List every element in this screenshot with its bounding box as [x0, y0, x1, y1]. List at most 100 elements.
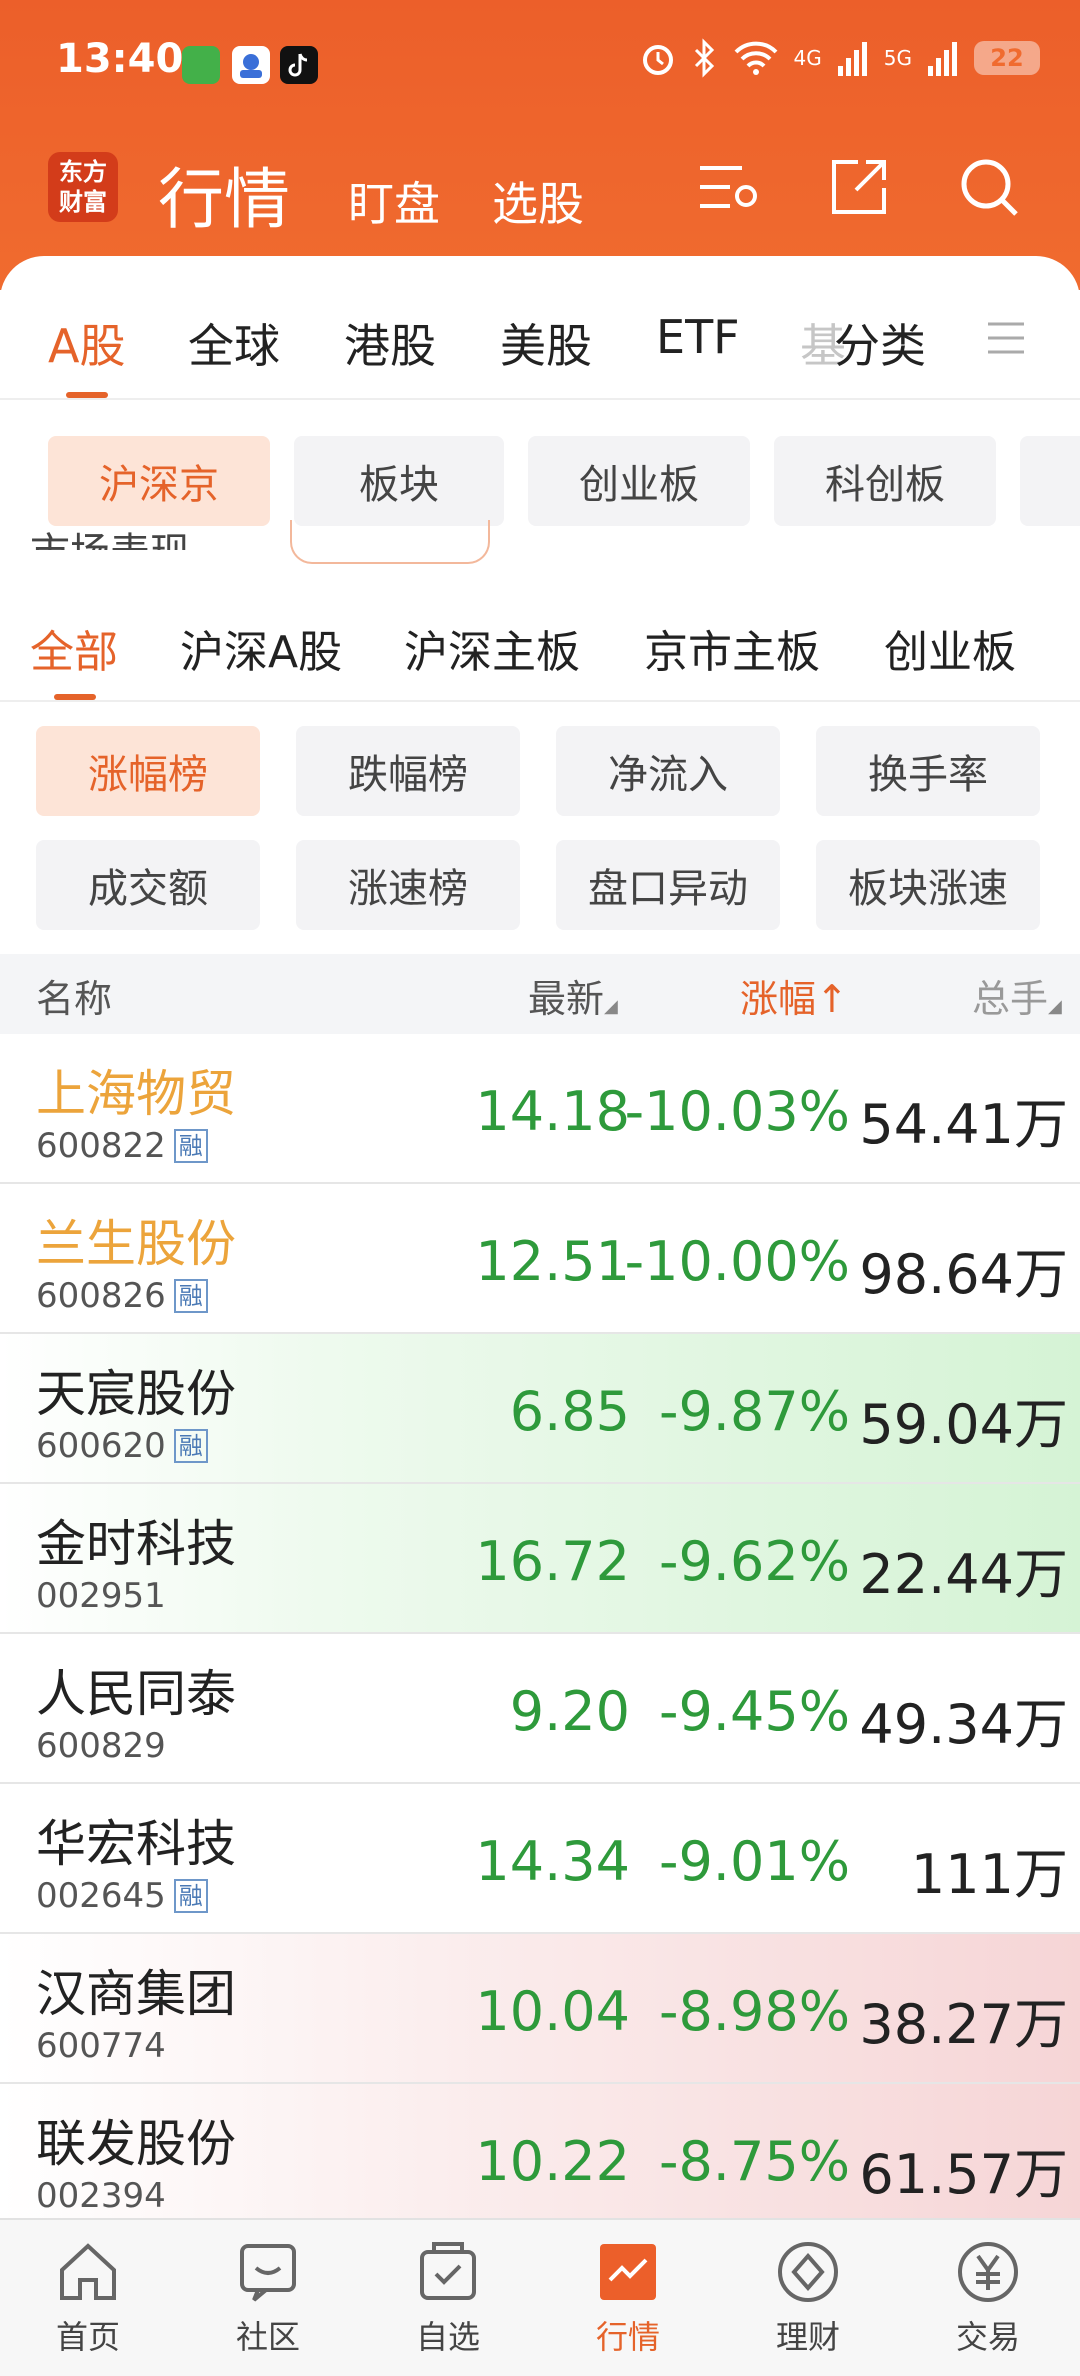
stock-name: 人民同泰 [36, 1665, 236, 1723]
nav-market-label: 行情 [595, 2318, 660, 2356]
app-notification-icon [182, 46, 220, 84]
stock-name: 天宸股份 [36, 1365, 236, 1423]
stock-price: 16.72 [475, 1530, 630, 1593]
network-type-1: 4G [793, 46, 822, 70]
nav-watchlist[interactable]: 自选 [388, 2238, 508, 2358]
chip-shenzhen-shanghai-beijing[interactable]: 沪深京 [48, 436, 270, 526]
stock-name: 上海物贸 [36, 1065, 236, 1123]
table-row[interactable]: 上海物贸 600822 融 14.18 -10.03% 54.41万 [0, 1034, 1080, 1184]
stock-code-wrap: 600774 [36, 2026, 166, 2066]
subtab-bj-main-board[interactable]: 京市主板 [644, 616, 820, 680]
stock-price: 10.04 [475, 1980, 630, 2043]
share-icon[interactable] [826, 154, 892, 220]
tab-a-share[interactable]: A股 [48, 310, 125, 376]
home-icon [60, 2243, 116, 2300]
column-latest[interactable]: 最新◢ [528, 968, 618, 1023]
stock-code: 600774 [36, 2026, 166, 2066]
tab-us[interactable]: 美股 [500, 310, 592, 376]
wealth-icon [778, 2242, 838, 2302]
nav-community[interactable]: 社区 [208, 2238, 328, 2358]
nav-screener-link[interactable]: 选股 [492, 168, 584, 234]
rank-net-inflow[interactable]: 净流入 [556, 726, 780, 816]
tab-global[interactable]: 全球 [188, 310, 280, 376]
tab-etf[interactable]: ETF [656, 310, 740, 364]
stock-volume: 111万 [910, 1843, 1068, 1906]
stock-change: -9.45% [658, 1680, 850, 1743]
chip-chinext[interactable]: 创业板 [528, 436, 750, 526]
nav-trade[interactable]: 交易 [928, 2238, 1048, 2358]
column-change[interactable]: 涨幅↑ [740, 968, 848, 1023]
rank-top-gainers[interactable]: 涨幅榜 [36, 726, 260, 816]
stock-code-wrap: 600829 [36, 1726, 166, 1766]
table-row[interactable]: 天宸股份 600620 融 6.85 -9.87% 59.04万 [0, 1334, 1080, 1484]
status-icons: 4G 5G 22 [638, 38, 1040, 78]
nav-watchlist-label: 自选 [415, 2318, 480, 2356]
tab-category[interactable]: 分类 [834, 310, 926, 376]
signal-icon [928, 42, 957, 76]
column-volume[interactable]: 总手◢ [972, 968, 1062, 1023]
menu-icon[interactable] [986, 318, 1026, 358]
table-row[interactable]: 金时科技 002951 16.72 -9.62% 22.44万 [0, 1484, 1080, 1634]
stock-code-wrap: 600620 融 [36, 1426, 208, 1466]
stock-price: 9.20 [509, 1680, 630, 1743]
subtab-main-board[interactable]: 沪深主板 [404, 616, 580, 680]
nav-wealth[interactable]: 理财 [748, 2238, 868, 2358]
rank-trade-amount[interactable]: 成交额 [36, 840, 260, 930]
stock-volume: 54.41万 [859, 1093, 1068, 1156]
settings-list-icon[interactable] [696, 154, 762, 220]
section-pill-partial [290, 520, 490, 564]
stock-code-wrap: 600826 融 [36, 1276, 208, 1316]
chip-sector[interactable]: 板块 [294, 436, 504, 526]
network-type-2: 5G [883, 46, 912, 70]
table-row[interactable]: 兰生股份 600826 融 12.51 -10.00% 98.64万 [0, 1184, 1080, 1334]
margin-badge: 融 [173, 1429, 208, 1463]
stock-price: 6.85 [509, 1380, 630, 1443]
subtab-a-shares[interactable]: 沪深A股 [180, 616, 342, 680]
table-row[interactable]: 联发股份 002394 10.22 -8.75% 61.57万 [0, 2084, 1080, 2234]
nav-home[interactable]: 首页 [28, 2238, 148, 2358]
stock-volume: 49.34万 [859, 1693, 1068, 1756]
stock-change: -8.75% [658, 2130, 850, 2193]
column-latest-label: 最新 [528, 977, 605, 1021]
stock-price: 10.22 [475, 2130, 630, 2193]
stock-code: 002394 [36, 2176, 166, 2216]
rank-rise-speed[interactable]: 涨速榜 [296, 840, 520, 930]
stock-change: -9.01% [658, 1830, 850, 1893]
status-bar: 13:40 4G 5G 22 [0, 0, 1080, 130]
table-row[interactable]: 汉商集团 600774 10.04 -8.98% 38.27万 [0, 1934, 1080, 2084]
rank-order-anomaly[interactable]: 盘口异动 [556, 840, 780, 930]
nav-watch-link[interactable]: 盯盘 [348, 168, 440, 234]
yuan-icon [958, 2242, 1018, 2302]
bluetooth-icon [694, 38, 714, 78]
rank-top-losers[interactable]: 跌幅榜 [296, 726, 520, 816]
table-row[interactable]: 华宏科技 002645 融 14.34 -9.01% 111万 [0, 1784, 1080, 1934]
chip-partial[interactable] [1020, 436, 1080, 526]
divider [0, 700, 1080, 702]
chip-star-market[interactable]: 科创板 [774, 436, 996, 526]
page-title: 行情 [158, 161, 290, 238]
tiktok-icon [280, 46, 318, 84]
margin-badge: 融 [173, 1879, 208, 1913]
table-row[interactable]: 人民同泰 600829 9.20 -9.45% 49.34万 [0, 1634, 1080, 1784]
stock-price: 12.51 [475, 1230, 630, 1293]
stock-code: 600826 [36, 1276, 166, 1316]
stock-name: 华宏科技 [36, 1815, 236, 1873]
battery-icon: 22 [974, 41, 1040, 75]
margin-badge: 融 [173, 1129, 208, 1163]
app-logo[interactable]: 东方财富 [48, 152, 118, 222]
stock-change: -10.00% [624, 1230, 850, 1293]
search-icon[interactable] [956, 154, 1022, 220]
rank-sector-speed[interactable]: 板块涨速 [816, 840, 1040, 930]
stock-code: 002645 [36, 1876, 166, 1916]
section-heading-partial: 市场表现 [30, 520, 190, 550]
rank-turnover-rate[interactable]: 换手率 [816, 726, 1040, 816]
subtab-chinext[interactable]: 创业板 [884, 616, 1016, 680]
column-volume-label: 总手 [972, 977, 1049, 1021]
subtab-all[interactable]: 全部 [30, 616, 118, 680]
nav-market[interactable]: 行情 [568, 2238, 688, 2358]
nav-home-label: 首页 [55, 2318, 120, 2356]
stock-code-wrap: 002394 [36, 2176, 166, 2216]
nav-wealth-label: 理财 [775, 2318, 840, 2356]
tab-hk[interactable]: 港股 [344, 310, 436, 376]
nav-community-label: 社区 [235, 2318, 300, 2356]
